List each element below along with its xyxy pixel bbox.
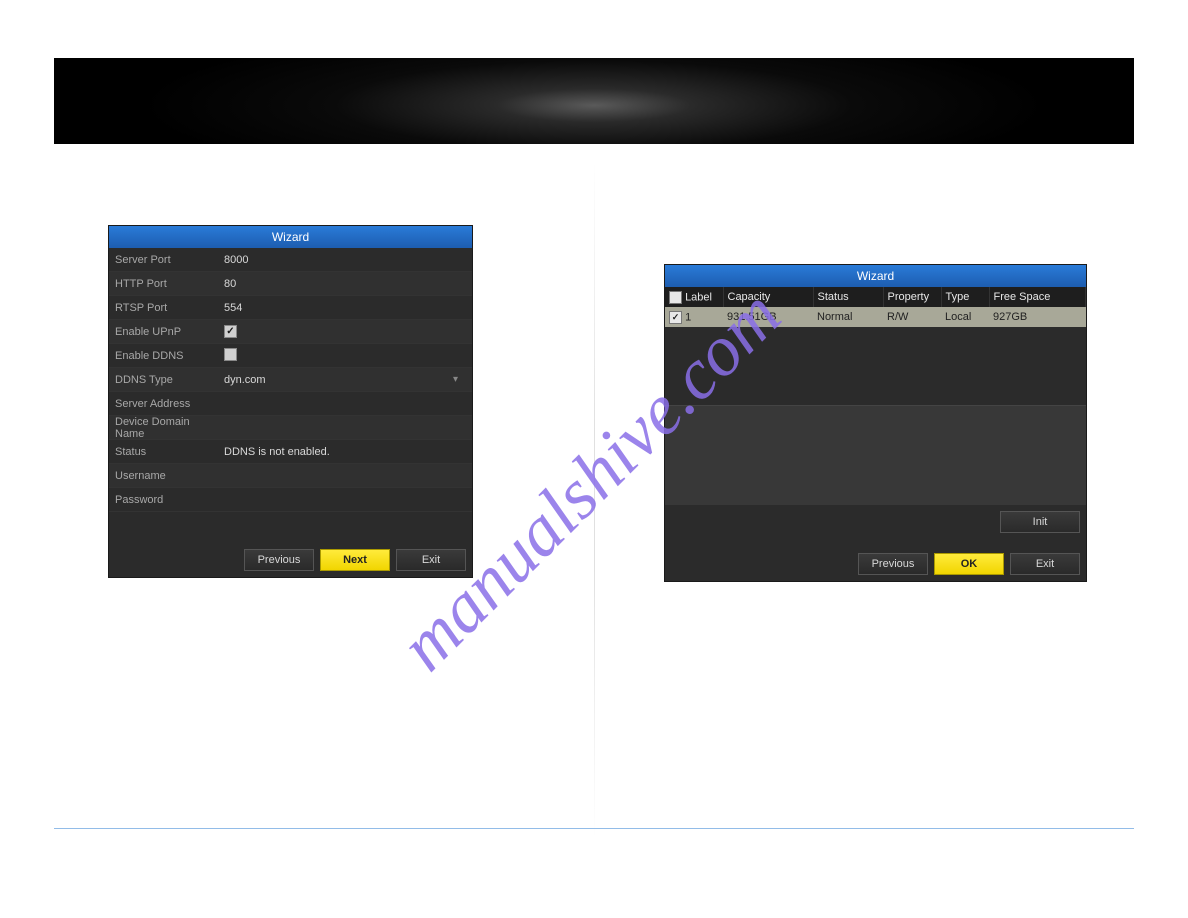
enable-upnp-label: Enable UPnP [115,326,220,338]
server-port-label: Server Port [115,254,220,266]
row-enable-ddns: Enable DDNS [109,344,472,368]
device-domain-label: Device Domain Name [115,416,220,440]
row-username: Username [109,464,472,488]
status-value: DDNS is not enabled. [220,444,466,460]
cell-status: Normal [813,307,883,327]
exit-button[interactable]: Exit [396,549,466,571]
panel-body: Server Port 8000 HTTP Port 80 RTSP Port … [109,248,472,512]
device-domain-value[interactable] [220,426,466,430]
server-port-value[interactable]: 8000 [220,252,466,268]
cell-label: 1 [665,307,723,327]
hdd-table-header-row: Label Capacity Status Property Type Free… [665,287,1086,307]
enable-ddns-checkbox[interactable] [224,348,237,361]
bottom-divider [54,828,1134,829]
init-button[interactable]: Init [1000,511,1080,533]
wizard-hdd-panel: Wizard Label Capacity Status Property Ty… [664,264,1087,582]
panel-mid-gap [665,405,1086,505]
cell-type: Local [941,307,989,327]
rtsp-port-label: RTSP Port [115,302,220,314]
enable-ddns-field [220,346,466,366]
row-checkbox[interactable] [669,311,682,324]
init-button-row: Init [665,505,1086,539]
ddns-type-value: dyn.com [224,374,266,386]
select-all-checkbox[interactable] [669,291,682,304]
top-banner [54,58,1134,144]
row-server-port: Server Port 8000 [109,248,472,272]
hdd-table: Label Capacity Status Property Type Free… [665,287,1086,327]
hdd-table-area: Label Capacity Status Property Type Free… [665,287,1086,405]
col-free-space: Free Space [989,287,1086,307]
previous-button[interactable]: Previous [858,553,928,575]
row-status: Status DDNS is not enabled. [109,440,472,464]
col-type: Type [941,287,989,307]
panel-footer: Previous Next Exit [109,543,472,577]
cell-capacity: 931.51GB [723,307,813,327]
page-center-divider [594,160,595,840]
http-port-value[interactable]: 80 [220,276,466,292]
cell-property: R/W [883,307,941,327]
http-port-label: HTTP Port [115,278,220,290]
password-value[interactable] [220,498,466,502]
chevron-down-icon: ▾ [453,374,462,385]
col-label-text: Label [685,291,712,303]
row-ddns-type: DDNS Type dyn.com ▾ [109,368,472,392]
server-address-value[interactable] [220,402,466,406]
next-button[interactable]: Next [320,549,390,571]
enable-ddns-label: Enable DDNS [115,350,220,362]
wizard-network-panel: Wizard Server Port 8000 HTTP Port 80 RTS… [108,225,473,578]
panel-title: Wizard [665,265,1086,287]
username-label: Username [115,470,220,482]
row-device-domain: Device Domain Name [109,416,472,440]
cell-free-space: 927GB [989,307,1086,327]
cell-label-text: 1 [685,311,691,323]
ddns-type-label: DDNS Type [115,374,220,386]
enable-upnp-checkbox[interactable] [224,325,237,338]
col-capacity: Capacity [723,287,813,307]
hdd-table-row[interactable]: 1 931.51GB Normal R/W Local 927GB [665,307,1086,327]
ddns-type-select[interactable]: dyn.com ▾ [220,372,466,388]
panel-footer: Previous OK Exit [665,547,1086,581]
status-label: Status [115,446,220,458]
username-value[interactable] [220,474,466,478]
server-address-label: Server Address [115,398,220,410]
rtsp-port-value[interactable]: 554 [220,300,466,316]
exit-button[interactable]: Exit [1010,553,1080,575]
col-label: Label [665,287,723,307]
col-status: Status [813,287,883,307]
col-property: Property [883,287,941,307]
row-server-address: Server Address [109,392,472,416]
row-http-port: HTTP Port 80 [109,272,472,296]
row-password: Password [109,488,472,512]
previous-button[interactable]: Previous [244,549,314,571]
password-label: Password [115,494,220,506]
enable-upnp-field [220,323,466,341]
row-rtsp-port: RTSP Port 554 [109,296,472,320]
panel-title: Wizard [109,226,472,248]
row-enable-upnp: Enable UPnP [109,320,472,344]
ok-button[interactable]: OK [934,553,1004,575]
